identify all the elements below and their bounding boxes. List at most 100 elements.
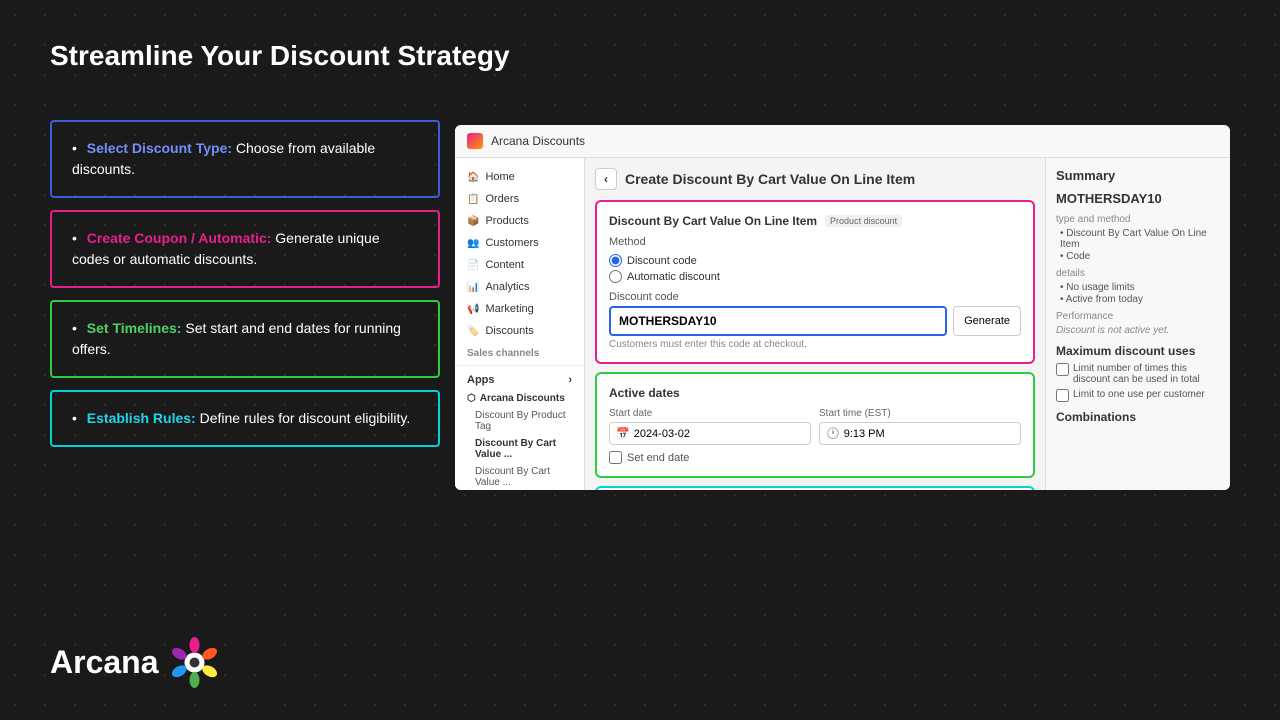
active-dates-section: Active dates Start date 📅 2024-03-02 Sta… [595,372,1035,478]
sidebar-item-customers[interactable]: 👥 Customers [455,232,584,254]
sales-channels-label: Sales channels [455,342,584,361]
feature-text-4: Define rules for discount eligibility. [200,410,411,426]
start-date-field: Start date 📅 2024-03-02 [609,408,811,445]
products-icon: 📦 [467,216,479,227]
logo-text: Arcana [50,644,159,681]
summary-detail-2: Active from today [1056,294,1220,305]
radio-label-discount-code: Discount code [627,255,697,267]
product-discount-badge: Product discount [825,215,902,227]
app-header: Arcana Discounts [455,125,1230,158]
start-time-label: Start time (EST) [819,408,1021,419]
feature-box-set-timelines: • Set Timelines: Set start and end dates… [50,300,440,378]
max-discount-title: Maximum discount uses [1056,344,1220,358]
sidebar-label-analytics: Analytics [485,281,529,293]
sidebar-item-analytics[interactable]: 📊 Analytics [455,276,584,298]
set-end-date-label: Set end date [627,452,689,464]
details-title: details [1056,268,1220,279]
back-button[interactable]: ‹ [595,168,617,190]
generate-button[interactable]: Generate [953,306,1021,336]
app-nav-cart-value-2[interactable]: Discount By Cart Value ... [455,463,584,490]
radio-automatic[interactable]: Automatic discount [609,270,1021,283]
sidebar-apps: Apps › ⬡ Arcana Discounts Discount By Pr… [455,365,584,490]
apps-label: Apps [467,374,495,386]
summary-detail-1: No usage limits [1056,282,1220,293]
set-end-date-checkbox[interactable] [609,451,622,464]
logo-icon [167,635,222,690]
feature-box-establish-rules: • Establish Rules: Define rules for disc… [50,390,440,447]
sidebar-label-orders: Orders [485,193,519,205]
date-row: Start date 📅 2024-03-02 Start time (EST)… [609,408,1021,445]
radio-input-discount-code[interactable] [609,254,622,267]
feature-highlight-4: Establish Rules: [87,410,196,426]
app-panel: Arcana Discounts 🏠 Home 📋 Orders 📦 Produ… [455,125,1230,490]
app-nav-product-tag[interactable]: Discount By Product Tag [455,407,584,435]
type-method-title: type and method [1056,214,1220,225]
app-body: 🏠 Home 📋 Orders 📦 Products 👥 Customers 📄… [455,158,1230,490]
summary-panel: Summary MOTHERSDAY10 type and method Dis… [1045,158,1230,490]
page-title: Create Discount By Cart Value On Line It… [625,171,915,187]
checkbox-input-total[interactable] [1056,363,1069,376]
discount-code-input[interactable] [609,306,947,336]
app-header-title: Arcana Discounts [491,134,585,148]
arcana-discounts-nav[interactable]: ⬡ Arcana Discounts [455,390,584,407]
summary-type-item: Discount By Cart Value On Line Item [1056,228,1220,250]
feature-highlight-2: Create Coupon / Automatic: [87,230,272,246]
start-date-label: Start date [609,408,811,419]
sidebar-item-home[interactable]: 🏠 Home [455,166,584,188]
combinations-title: Combinations [1056,410,1220,424]
start-time-input-wrap[interactable]: 🕐 9:13 PM [819,422,1021,445]
sidebar-label-products: Products [485,215,528,227]
performance-title: Performance [1056,311,1220,322]
code-field-label: Discount code [609,291,1021,303]
radio-input-automatic[interactable] [609,270,622,283]
sidebar-item-content[interactable]: 📄 Content [455,254,584,276]
method-radio-group: Discount code Automatic discount [609,254,1021,283]
summary-title: Summary [1056,168,1220,183]
marketing-icon: 📢 [467,304,479,315]
method-label: Method [609,236,1021,248]
content-icon: 📄 [467,260,479,271]
app-nav-cart-value-1[interactable]: Discount By Cart Value ... [455,435,584,463]
sidebar-label-marketing: Marketing [485,303,533,315]
checkbox-limit-one[interactable]: Limit to one use per customer [1056,389,1220,402]
page-header: ‹ Create Discount By Cart Value On Line … [595,168,1035,190]
checkbox-limit-total[interactable]: Limit number of times this discount can … [1056,363,1220,385]
apps-header: Apps › [455,370,584,390]
radio-label-automatic: Automatic discount [627,271,720,283]
feature-boxes-container: • Select Discount Type: Choose from avai… [50,120,440,447]
discount-section: Discount By Cart Value On Line Item Prod… [595,200,1035,364]
orders-icon: 📋 [467,194,479,205]
summary-code-item: Code [1056,251,1220,262]
apps-chevron-icon: › [568,374,572,386]
calendar-icon: 📅 [616,427,630,440]
discounts-icon: 🏷️ [467,326,479,337]
sidebar-label-discounts: Discounts [485,325,533,337]
sidebar-item-orders[interactable]: 📋 Orders [455,188,584,210]
feature-highlight-1: Select Discount Type: [87,140,232,156]
sidebar-label-content: Content [485,259,524,271]
home-icon: 🏠 [467,172,479,183]
customers-icon: 👥 [467,238,479,249]
sidebar: 🏠 Home 📋 Orders 📦 Products 👥 Customers 📄… [455,158,585,490]
radio-discount-code[interactable]: Discount code [609,254,1021,267]
sidebar-label-home: Home [485,171,514,183]
page-main-title: Streamline Your Discount Strategy [50,40,510,72]
feature-highlight-3: Set Timelines: [87,320,182,336]
start-time-value: 9:13 PM [844,428,885,440]
clock-icon: 🕐 [826,427,840,440]
add-rules-section: Add rules [595,486,1035,490]
summary-code: MOTHERSDAY10 [1056,191,1220,206]
checkbox-label-one: Limit to one use per customer [1073,389,1205,400]
code-hint-text: Customers must enter this code at checko… [609,339,1021,350]
sidebar-item-products[interactable]: 📦 Products [455,210,584,232]
set-end-date-row[interactable]: Set end date [609,451,1021,464]
app-icon [467,133,483,149]
checkbox-input-one[interactable] [1056,389,1069,402]
sidebar-item-marketing[interactable]: 📢 Marketing [455,298,584,320]
arcana-icon: ⬡ [467,393,476,404]
sidebar-item-discounts[interactable]: 🏷️ Discounts [455,320,584,342]
sidebar-label-customers: Customers [485,237,538,249]
start-date-input-wrap[interactable]: 📅 2024-03-02 [609,422,811,445]
start-time-field: Start time (EST) 🕐 9:13 PM [819,408,1021,445]
discount-section-title: Discount By Cart Value On Line Item Prod… [609,214,1021,228]
